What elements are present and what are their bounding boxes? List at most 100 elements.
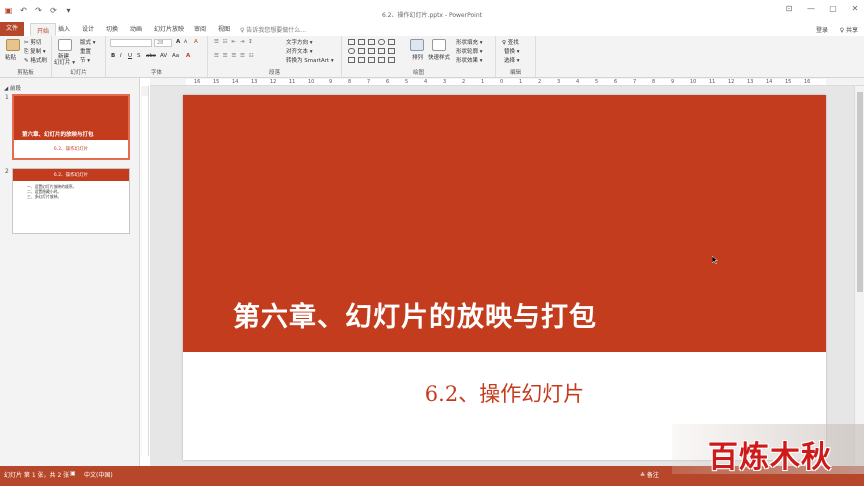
group-clipboard: 粘贴 ✂ 剪切 ⎘ 复制 ▾ ✎ 格式刷 剪贴板 [0,36,52,78]
copy-button[interactable]: ⎘ 复制 ▾ [24,47,46,56]
language-indicator[interactable]: 中文(中国) [84,470,113,479]
shape-arrow-icon[interactable] [388,48,395,54]
shape-textbox-icon[interactable] [358,39,365,45]
layout-button[interactable]: 版式 ▾ [80,38,96,46]
quick-styles-icon[interactable] [432,39,446,51]
tab-transitions[interactable]: 切换 [106,24,118,33]
thumb-title: 6.2、操作幻灯片 [53,173,89,178]
tab-view[interactable]: 视图 [218,24,230,33]
shape-star-icon[interactable] [368,57,375,63]
ruler-label: 4 [424,79,428,85]
paste-icon[interactable] [6,39,20,51]
arrange-button[interactable]: 排列 [412,53,423,61]
italic-button[interactable]: I [120,53,122,59]
align-buttons[interactable]: ☰ ☰ ☰ ☰ ☷ [214,53,255,59]
group-label: 编辑 [509,70,521,76]
ruler-label: 3 [557,79,561,85]
shape-fill-button[interactable]: 形状填充 ▾ [456,38,483,46]
clear-format-button[interactable]: A [194,39,198,45]
shape-triangle-icon[interactable] [368,48,375,54]
quick-styles-button[interactable]: 快速样式 [428,53,450,61]
select-button[interactable]: 选择 ▾ [504,56,520,64]
section-button[interactable]: 节 ▾ [80,56,90,64]
shrink-font-button[interactable]: A [184,40,187,45]
slide-subtitle[interactable]: 6.2、操作幻灯片 [183,378,826,408]
ruler-label: 6 [614,79,618,85]
format-painter-button[interactable]: ✎ 格式刷 [24,56,47,64]
minimize-button[interactable]: — [806,4,816,13]
shape-rect-icon[interactable] [388,39,395,45]
shape-rect-icon[interactable] [358,48,365,54]
align-text-button[interactable]: 对齐文本 ▾ [286,47,313,55]
share-button[interactable]: ♀ 共享 [840,25,858,34]
tab-design[interactable]: 设计 [82,24,94,33]
scrollbar-thumb[interactable] [857,92,863,292]
tab-file[interactable]: 文件 [0,22,24,36]
shape-curve-icon[interactable] [378,57,385,63]
slide-thumbnail-1[interactable]: 第六章、幻灯片的放映与打包 6.2、操作幻灯片 [12,94,130,160]
ruler-label: 14 [232,79,239,85]
tell-me-search[interactable]: ♀ 告诉我您想要做什么... [240,25,306,34]
find-button[interactable]: ♀ 查找 [502,38,519,46]
ruler-label: 1 [519,79,523,85]
tab-insert[interactable]: 插入 [58,24,70,33]
shape-outline-button[interactable]: 形状轮廓 ▾ [456,47,483,55]
close-button[interactable]: ✕ [850,4,860,13]
shape-textbox-icon[interactable] [348,39,355,45]
current-slide[interactable]: 第六章、幻灯片的放映与打包 6.2、操作幻灯片 [183,95,826,460]
shape-brace-icon[interactable] [388,57,395,63]
slide-title[interactable]: 第六章、幻灯片的放映与打包 [233,295,597,334]
group-label: 段落 [268,70,280,76]
group-label: 剪贴板 [17,70,34,76]
font-name-box[interactable] [110,39,152,47]
tab-animations[interactable]: 动画 [130,24,142,33]
ruler-label: 12 [270,79,277,85]
section-header[interactable]: ◢ 前段 [4,84,21,92]
restore-button[interactable]: ▢ [828,4,838,13]
shape-arrow-icon[interactable] [348,57,355,63]
arrange-icon[interactable] [410,39,424,51]
slide-thumbnail-2[interactable]: 6.2、操作幻灯片 一、设置幻灯片放映的顺序。 二、设置隐藏小时。 三、多幻灯片… [12,168,130,234]
underline-button[interactable]: U [128,53,132,59]
ruler-label: 16 [194,79,201,85]
tab-review[interactable]: 审阅 [194,24,206,33]
cut-button[interactable]: ✂ 剪切 [24,38,41,46]
paste-button[interactable]: 粘贴 [5,53,16,61]
new-slide-dropdown[interactable]: 幻灯片 ▾ [54,58,75,66]
mouse-cursor-icon [712,256,718,264]
change-case-button[interactable]: Aa [172,53,179,59]
vertical-scrollbar[interactable] [854,86,864,466]
tab-slideshow[interactable]: 幻灯片放映 [154,24,184,33]
tab-home[interactable]: 开始 [30,23,57,36]
notes-button[interactable]: ≜ 备注 [640,470,659,479]
ruler-label: 15 [213,79,220,85]
shape-oval-icon[interactable] [378,39,385,45]
ribbon-display-icon[interactable]: ⊡ [784,4,794,13]
proofing-icon[interactable]: ▣ [70,470,76,477]
sign-in-link[interactable]: 登录 [816,25,828,34]
char-spacing-button[interactable]: AV [160,53,167,59]
shadow-button[interactable]: S [137,53,141,59]
shape-oval-icon[interactable] [348,48,355,54]
shape-callout-icon[interactable] [358,57,365,63]
grow-font-button[interactable]: A [176,39,180,45]
bold-button[interactable]: B [111,53,115,59]
font-size-box[interactable]: 28 [154,39,172,47]
strikethrough-button[interactable]: abc [146,53,156,59]
ruler-label: 13 [747,79,754,85]
bullets-button[interactable]: ☰ ☷ ⇤ ⇥ ↕ [214,39,254,45]
reset-button[interactable]: 重置 [80,47,91,55]
new-slide-icon[interactable] [58,39,72,51]
smartart-button[interactable]: 转换为 SmartArt ▾ [286,56,334,64]
font-color-button[interactable]: A [186,53,190,59]
ruler-label: 3 [443,79,447,85]
ruler-label: 10 [308,79,315,85]
shape-rect-icon[interactable] [368,39,375,45]
text-direction-button[interactable]: 文字方向 ▾ [286,38,313,46]
shape-line-icon[interactable] [378,48,385,54]
shape-effects-button[interactable]: 形状效果 ▾ [456,56,483,64]
group-editing: ♀ 查找 替换 ▾ 选择 ▾ 编辑 [496,36,536,78]
replace-button[interactable]: 替换 ▾ [504,47,520,55]
slide-editor: 第六章、幻灯片的放映与打包 6.2、操作幻灯片 [150,86,854,466]
thumb-title: 第六章、幻灯片的放映与打包 [22,132,94,138]
